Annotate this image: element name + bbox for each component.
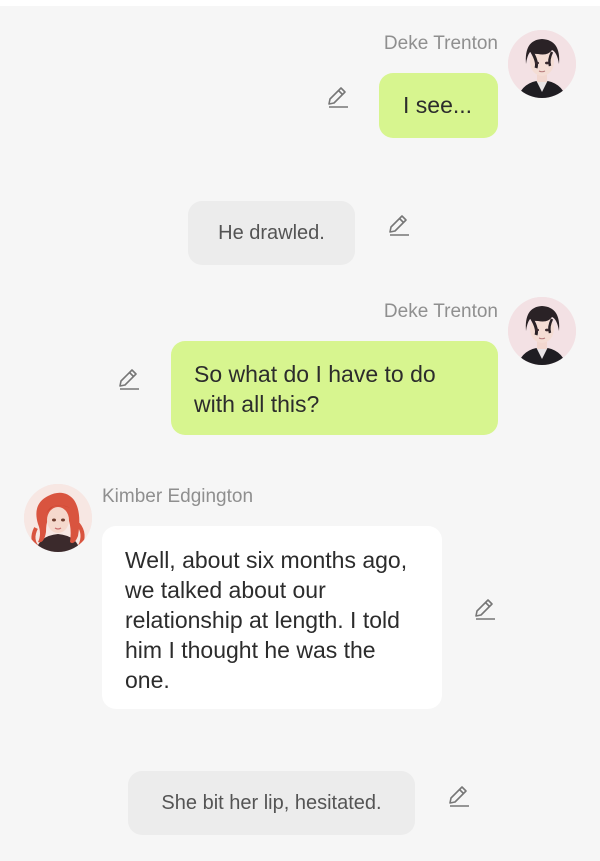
message-text: Well, about six months ago, we talked ab… [125, 547, 408, 693]
avatar-deke-icon [508, 297, 576, 365]
edit-message-5-button[interactable] [445, 783, 471, 809]
message-bubble-1[interactable]: I see... [379, 73, 498, 138]
speaker-name-kimber: Kimber Edgington [102, 486, 254, 507]
narration-bubble-2[interactable]: She bit her lip, hesitated. [128, 771, 415, 835]
pencil-icon [328, 87, 348, 108]
avatar-deke-trenton[interactable] [508, 297, 576, 365]
avatar-deke-icon [508, 30, 576, 98]
avatar-kimber-icon [24, 484, 92, 552]
edit-message-2-button[interactable] [385, 212, 411, 238]
speaker-name-deke: Deke Trenton [383, 301, 498, 322]
message-text: I see... [403, 92, 473, 118]
pencil-icon [475, 599, 495, 620]
top-strip [0, 0, 600, 6]
pencil-icon [119, 369, 139, 390]
edit-message-1-button[interactable] [324, 84, 350, 110]
narration-bubble-1[interactable]: He drawled. [188, 201, 355, 265]
pencil-icon [449, 786, 469, 807]
narration-text: He drawled. [218, 222, 325, 244]
avatar-deke-trenton[interactable] [508, 30, 576, 98]
edit-message-3-button[interactable] [115, 366, 141, 392]
narration-text: She bit her lip, hesitated. [161, 792, 382, 814]
message-text: So what do I have to do with all this? [194, 361, 436, 417]
speaker-name-deke: Deke Trenton [383, 33, 498, 54]
edit-message-4-button[interactable] [471, 596, 497, 622]
message-bubble-4[interactable]: Well, about six months ago, we talked ab… [102, 526, 442, 709]
pencil-icon [389, 215, 409, 236]
message-bubble-3[interactable]: So what do I have to do with all this? [171, 341, 498, 435]
avatar-kimber-edgington[interactable] [24, 484, 92, 552]
